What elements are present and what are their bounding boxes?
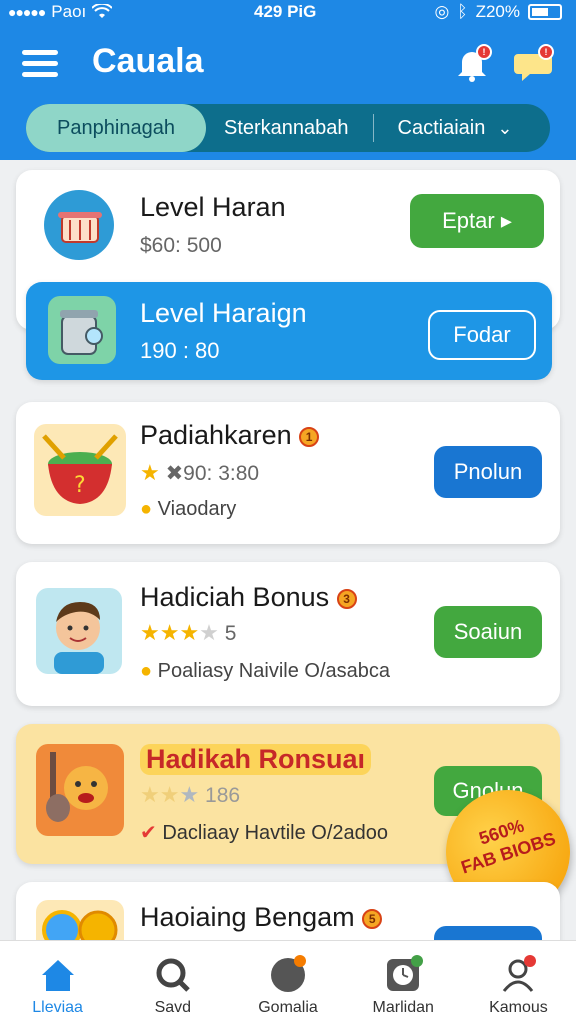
rating-text: ✖90: 3:80 [165, 462, 260, 485]
rating-row: ★ ✖90: 3:80 [140, 460, 259, 486]
soaiun-button[interactable]: Soaiun [434, 606, 542, 658]
card-title: Level Haraign [140, 298, 307, 328]
app-bar: Cauala ! ! [0, 36, 576, 92]
guitar-character-icon [36, 744, 124, 836]
notification-count: ! [476, 44, 492, 60]
signal-icon: ●●●●● [8, 4, 46, 20]
star-icon: ★★★ [140, 620, 200, 645]
category-tabs: Panphinagah Sterkannabah Cactiaiain ⌄ [26, 104, 550, 152]
treasure-pot-icon: ? [34, 424, 126, 516]
svg-text:?: ? [74, 473, 86, 498]
search-icon [153, 955, 193, 995]
card-price: $60: 500 [140, 234, 222, 257]
alarm-icon: ◎ [434, 2, 450, 21]
check-icon: ✔ [140, 822, 157, 844]
card-title-text: Haoiaing Bengam [140, 902, 355, 932]
info-text: Viaodary [157, 498, 237, 520]
clock-icon [383, 955, 424, 995]
star-icon: ★ [140, 460, 160, 485]
tab-panphinagah[interactable]: Panphinagah [26, 104, 206, 152]
message-count: ! [538, 44, 554, 60]
info-row: ● Viaodary [140, 498, 236, 521]
bluetooth-icon: ᛒ [457, 2, 468, 21]
info-text: Poaliasy Naivile O/asabca [157, 660, 390, 682]
info-text: Dacliaay Havtile O/2adoo [162, 822, 389, 844]
nav-label: Kamous [489, 999, 548, 1016]
tab-divider [372, 114, 374, 142]
bonus-card: Hadiciah Bonus 3 ★★★★ 5 ● Poaliasy Naivi… [16, 562, 560, 706]
carrier-label: Paoı [51, 2, 87, 21]
coin-icon: ● [140, 498, 153, 520]
nav-label: Lleviaa [32, 999, 83, 1016]
rating-text: 5 [224, 622, 237, 645]
home-icon [38, 955, 78, 995]
reward-card: ? Padiahkaren 1 ★ ✖90: 3:80 ● Viaodary P… [16, 402, 560, 544]
nav-label: Gomalia [258, 999, 318, 1016]
card-title-text: Hadiciah Bonus [140, 582, 330, 612]
wifi-icon [92, 4, 113, 18]
nav-search[interactable]: Savd [115, 941, 230, 1024]
nav-history[interactable]: Marlidan [346, 941, 461, 1024]
nav-label: Marlidan [372, 999, 434, 1016]
chevron-down-icon[interactable]: ⌄ [497, 104, 512, 152]
level-card-highlighted: Level Haraign 190 : 80 Fodar [26, 282, 552, 380]
boy-avatar-icon [36, 588, 122, 674]
nav-profile[interactable]: Kamous [461, 941, 576, 1024]
fodar-button[interactable]: Fodar [428, 310, 536, 360]
coin-icon: ● [140, 660, 153, 682]
clock: 429 PiG [254, 2, 317, 21]
card-title: Hadikah Ronsuaı [140, 744, 372, 775]
level-badge: 1 [299, 426, 320, 447]
card-title-text: Padiahkaren [140, 420, 292, 450]
rating-row: ★★★ 186 [140, 782, 240, 808]
card-title: Padiahkaren 1 [140, 420, 320, 451]
star-empty-icon: ★ [199, 620, 219, 645]
compass-icon [268, 955, 308, 995]
nav-label: Savd [154, 999, 192, 1016]
tab-cactiaiain[interactable]: Cactiaiain ⌄ [380, 104, 531, 152]
status-bar: ●●●●● Paoı 429 PiG ◎ ᛒ Z20% [0, 0, 576, 26]
tab-sterkannabah[interactable]: Sterkannabah [206, 104, 367, 152]
card-title: Level Haran [140, 192, 286, 222]
notification-bell-icon[interactable]: ! [452, 44, 492, 84]
star-empty-icon: ★ [179, 782, 200, 807]
info-row: ✔ Dacliaay Havtile O/2adoo [140, 820, 388, 845]
cooking-pot-icon [44, 190, 114, 260]
battery-percent: Z20% [475, 2, 520, 21]
tab-cactiaiain-label: Cactiaiain [397, 117, 486, 139]
header: ●●●●● Paoı 429 PiG ◎ ᛒ Z20% Cauala ! ! P… [0, 0, 576, 160]
blender-icon [48, 296, 116, 364]
info-row: ● Poaliasy Naivile O/asabca [140, 660, 390, 683]
chat-bubble-icon[interactable]: ! [512, 44, 556, 84]
pnolun-button[interactable]: Pnolun [434, 446, 542, 498]
bottom-navigation: Lleviaa Savd Gomalia Marlidan Kamous [0, 940, 576, 1024]
app-title: Cauala [92, 42, 204, 80]
nav-explore[interactable]: Gomalia [230, 941, 345, 1024]
card-title: Haoiaing Bengam 5 [140, 902, 383, 933]
card-title: Hadiciah Bonus 3 [140, 582, 357, 613]
star-icon: ★★ [140, 782, 180, 807]
hamburger-menu-icon[interactable] [22, 50, 58, 78]
nav-home[interactable]: Lleviaa [0, 941, 115, 1024]
card-price: 190 : 80 [140, 338, 220, 363]
enter-button[interactable]: Eptar ▸ [410, 194, 544, 248]
rating-text: 186 [205, 784, 241, 807]
profile-icon [498, 955, 538, 995]
level-badge: 3 [336, 588, 357, 609]
level-badge: 5 [362, 908, 383, 929]
rating-row: ★★★★ 5 [140, 620, 236, 646]
battery-icon [528, 4, 562, 20]
